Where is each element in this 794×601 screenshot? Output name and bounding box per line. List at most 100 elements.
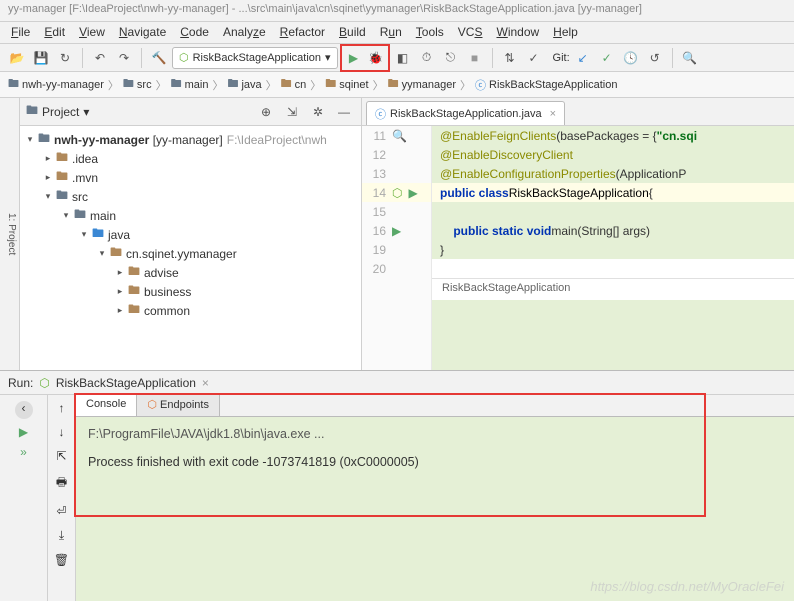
class-icon: ⓒ — [375, 106, 386, 122]
attach-icon[interactable]: ⎋ — [440, 47, 462, 69]
coverage-icon[interactable]: ◧ — [392, 47, 414, 69]
save-icon[interactable]: 💾 — [30, 47, 52, 69]
package-icon: 🖿 — [108, 243, 124, 264]
close-icon[interactable]: × — [550, 108, 556, 120]
print-icon[interactable]: 🖶 — [56, 473, 67, 494]
menu-edit[interactable]: Edit — [37, 22, 72, 43]
package-icon: 🖿 — [126, 300, 142, 321]
menu-build[interactable]: Build — [332, 22, 373, 43]
collapse-icon[interactable]: ⇲ — [281, 101, 303, 123]
search-icon[interactable]: 🔍 — [679, 47, 701, 69]
menu-tools[interactable]: Tools — [409, 22, 451, 43]
bc-cn[interactable]: 🖿cn — [281, 75, 307, 94]
endpoints-tab[interactable]: ⬡ Endpoints — [137, 395, 220, 416]
back-icon[interactable]: ‹ — [15, 401, 33, 419]
run-icon[interactable]: ▶ — [343, 47, 365, 69]
tree-item-advise[interactable]: ▸🖿advise — [20, 263, 361, 282]
git-revert-icon[interactable]: ↺ — [644, 47, 666, 69]
menu-code[interactable]: Code — [173, 22, 216, 43]
run-side-toolbar2: ↑ ↓ ⇱ 🖶 ⏎ ⤓ 🗑 — [48, 395, 76, 601]
wrap-icon[interactable]: ⏎ — [56, 504, 66, 518]
redo-icon[interactable]: ↷ — [113, 47, 135, 69]
menu-vcs[interactable]: VCS — [451, 22, 490, 43]
git-push-icon[interactable]: ✓ — [596, 47, 618, 69]
scroll-icon[interactable]: ⤓ — [59, 528, 64, 543]
run-gutter-icon[interactable]: ▶ — [408, 186, 417, 200]
editor-breadcrumb[interactable]: RiskBackStageApplication — [432, 278, 794, 300]
refresh-icon[interactable]: ↻ — [54, 47, 76, 69]
console-output[interactable]: F:\ProgramFile\JAVA\jdk1.8\bin\java.exe … — [76, 417, 794, 479]
menu-view[interactable]: View — [72, 22, 112, 43]
target-icon[interactable]: ⊕ — [255, 101, 277, 123]
menu-window[interactable]: Window — [489, 22, 546, 43]
spring-icon: ⬡ — [179, 51, 189, 64]
lens-icon[interactable]: 🔍 — [392, 129, 407, 143]
folder-icon: 🖿 — [54, 186, 70, 207]
bc-java[interactable]: 🖿java — [227, 75, 261, 94]
profile-icon[interactable]: ⏱ — [416, 47, 438, 69]
rerun-icon[interactable]: ▶ — [19, 425, 28, 439]
package-icon: 🖿 — [325, 75, 336, 94]
close-icon[interactable]: × — [202, 376, 209, 390]
project-panel-title[interactable]: 🖿 Project ▾ — [26, 101, 89, 122]
menu-analyze[interactable]: Analyze — [216, 22, 273, 43]
undo-icon[interactable]: ↶ — [89, 47, 111, 69]
run-config-label: RiskBackStageApplication — [193, 52, 321, 64]
bc-class[interactable]: ⓒRiskBackStageApplication — [475, 77, 617, 93]
tree-item-business[interactable]: ▸🖿business — [20, 282, 361, 301]
bc-sqinet[interactable]: 🖿sqinet — [325, 75, 368, 94]
bc-root[interactable]: 🖿nwh-yy-manager — [8, 75, 104, 94]
update-icon[interactable]: ⇅ — [499, 47, 521, 69]
open-icon[interactable]: 📂 — [6, 47, 28, 69]
run-config-selector[interactable]: ⬡ RiskBackStageApplication ▾ — [172, 47, 338, 69]
bc-yymanager[interactable]: 🖿yymanager — [388, 75, 456, 94]
editor-tab[interactable]: ⓒ RiskBackStageApplication.java × — [366, 101, 565, 125]
folder-icon: 🖿 — [72, 205, 88, 226]
project-icon: 🖿 — [26, 101, 38, 122]
console-tab[interactable]: Console — [76, 395, 137, 416]
tree-item-idea[interactable]: ▸🖿.idea — [20, 149, 361, 168]
menu-run[interactable]: Run — [373, 22, 409, 43]
debug-icon[interactable]: 🐞 — [365, 47, 387, 69]
menu-file[interactable]: File — [4, 22, 37, 43]
console-line: F:\ProgramFile\JAVA\jdk1.8\bin\java.exe … — [88, 427, 782, 441]
tree-root[interactable]: ▾🖿nwh-yy-manager [yy-manager]F:\IdeaProj… — [20, 130, 361, 149]
code-area[interactable]: @EnableFeignClients(basePackages = { "cn… — [432, 126, 794, 370]
menu-help[interactable]: Help — [546, 22, 585, 43]
tree-item-common[interactable]: ▸🖿common — [20, 301, 361, 320]
editor-tab-label: RiskBackStageApplication.java — [390, 108, 542, 120]
run-label: Run: — [8, 376, 33, 390]
run-gutter-icon[interactable]: ▶ — [392, 224, 401, 238]
stop-icon[interactable]: ■ — [464, 47, 486, 69]
tree-item-package[interactable]: ▾🖿cn.sqinet.yymanager — [20, 244, 361, 263]
tree-item-src[interactable]: ▾🖿src — [20, 187, 361, 206]
git-history-icon[interactable]: 🕓 — [620, 47, 642, 69]
down-icon[interactable]: ↓ — [59, 425, 65, 439]
code-editor[interactable]: 11🔍 12 13 14⬡▶ 15 16▶ 19 20 @EnableFeign… — [362, 126, 794, 370]
run-tab-label[interactable]: RiskBackStageApplication — [56, 376, 196, 390]
endpoints-icon: ⬡ — [147, 399, 157, 411]
bc-main[interactable]: 🖿main — [171, 75, 209, 94]
up-icon[interactable]: ↑ — [59, 401, 65, 415]
bc-src[interactable]: 🖿src — [123, 75, 152, 94]
commit-icon[interactable]: ✓ — [523, 47, 545, 69]
git-pull-icon[interactable]: ↙ — [572, 47, 594, 69]
menu-refactor[interactable]: Refactor — [273, 22, 332, 43]
folder-icon: 🖿 — [171, 75, 182, 94]
export-icon[interactable]: ⇱ — [56, 449, 66, 463]
hide-icon[interactable]: — — [333, 101, 355, 123]
folder-icon: 🖿 — [54, 148, 70, 169]
hammer-icon[interactable]: 🔨 — [148, 47, 170, 69]
tree-item-mvn[interactable]: ▸🖿.mvn — [20, 168, 361, 187]
package-icon: 🖿 — [388, 75, 399, 94]
tree-item-main[interactable]: ▾🖿main — [20, 206, 361, 225]
menu-navigate[interactable]: Navigate — [112, 22, 173, 43]
gear-icon[interactable]: ✲ — [307, 101, 329, 123]
trash-icon[interactable]: 🗑 — [54, 553, 69, 567]
project-tool-tab[interactable]: 1: Project — [0, 98, 20, 370]
project-tree: ▾🖿nwh-yy-manager [yy-manager]F:\IdeaProj… — [20, 126, 361, 370]
tree-item-java[interactable]: ▾🖿java — [20, 225, 361, 244]
console-line-exit: Process finished with exit code -1073741… — [88, 455, 782, 469]
spring-icon[interactable]: ⬡ — [392, 186, 402, 200]
rerun-arrow-icon[interactable]: » — [20, 445, 27, 459]
